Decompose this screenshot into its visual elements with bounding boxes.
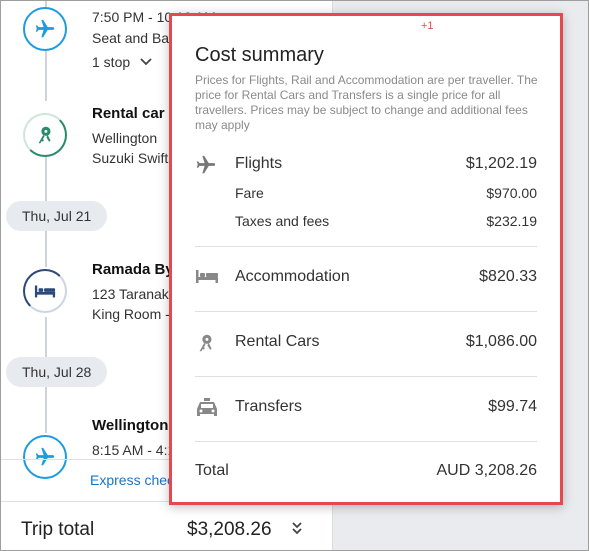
divider <box>195 311 537 312</box>
chevron-down-icon <box>140 58 152 66</box>
total-row: Total AUD 3,208.26 <box>195 462 537 486</box>
rental-car-title[interactable]: Rental car <box>92 105 165 122</box>
app-frame: 7:50 PM - 10:10 AM Seat and Ba 1 stop Re… <box>0 0 589 551</box>
hotel-segment-icon[interactable] <box>23 269 67 313</box>
hotel-title[interactable]: Ramada By <box>92 261 174 278</box>
car-key-icon <box>38 126 51 144</box>
airplane-icon <box>195 154 217 174</box>
taxes-value: $232.19 <box>486 213 537 229</box>
total-label: Total <box>195 462 229 479</box>
fare-row: Fare $970.00 <box>235 183 537 203</box>
cost-summary-title: Cost summary <box>195 44 324 66</box>
next-day-indicator: +1 <box>421 20 434 32</box>
flight-time: 8:15 AM - 4:1 <box>92 442 176 458</box>
flight-title[interactable]: Wellington <box>92 417 168 434</box>
flights-value: $1,202.19 <box>465 155 537 172</box>
timeline-line <box>45 151 47 201</box>
stops-toggle[interactable]: 1 stop <box>92 54 152 70</box>
hotel-address: 123 Taranak <box>92 286 169 302</box>
stops-label: 1 stop <box>92 54 131 70</box>
hotel-room: King Room - <box>92 306 170 322</box>
transfers-label: Transfers <box>235 398 302 415</box>
rental-car-location: Wellington <box>92 130 158 146</box>
date-divider: Thu, Jul 28 <box>6 357 108 387</box>
cost-summary-popup: +1 Cost summary Prices for Flights, Rail… <box>169 13 563 505</box>
accommodation-row: Accommodation $820.33 <box>195 265 537 289</box>
divider <box>195 376 537 377</box>
rental-car-segment-icon[interactable] <box>23 113 67 157</box>
flight-segment-icon[interactable] <box>23 7 67 51</box>
expand-toggle[interactable] <box>291 521 303 540</box>
rental-cars-row: Rental Cars $1,086.00 <box>195 330 537 354</box>
trip-total-amount: $3,208.26 <box>187 519 272 540</box>
taxes-row: Taxes and fees $232.19 <box>235 211 537 231</box>
timeline-line <box>45 317 47 357</box>
rental-cars-label: Rental Cars <box>235 333 320 350</box>
transfers-value: $99.74 <box>488 398 537 415</box>
accommodation-label: Accommodation <box>235 268 350 285</box>
trip-total-label: Trip total <box>21 519 95 540</box>
price-disclaimer: Prices for Flights, Rail and Accommodati… <box>195 73 538 132</box>
date-divider: Thu, Jul 21 <box>6 201 108 231</box>
fare-label: Fare <box>235 185 264 201</box>
accommodation-value: $820.33 <box>479 268 537 285</box>
divider <box>195 441 537 442</box>
airplane-icon <box>35 19 55 38</box>
transfers-row: Transfers $99.74 <box>195 395 537 419</box>
flight-detail: Seat and Ba <box>92 30 170 46</box>
double-chevron-down-icon <box>292 522 302 535</box>
bed-icon <box>195 267 218 287</box>
rental-cars-value: $1,086.00 <box>465 333 537 350</box>
timeline-line <box>45 231 47 267</box>
taxes-label: Taxes and fees <box>235 213 330 229</box>
bed-icon <box>34 285 56 298</box>
car-key-icon <box>195 332 217 352</box>
express-checkout-link[interactable]: Express chec <box>90 472 174 488</box>
total-value: AUD 3,208.26 <box>436 462 537 479</box>
trip-total-bar: Trip total $3,208.26 <box>1 501 332 550</box>
flights-row: Flights $1,202.19 <box>195 152 537 176</box>
timeline-line <box>45 387 47 433</box>
taxi-icon <box>195 397 217 417</box>
divider <box>195 246 537 247</box>
fare-value: $970.00 <box>486 185 537 201</box>
flights-label: Flights <box>235 155 283 172</box>
rental-car-vehicle: Suzuki Swift <box>92 150 169 166</box>
